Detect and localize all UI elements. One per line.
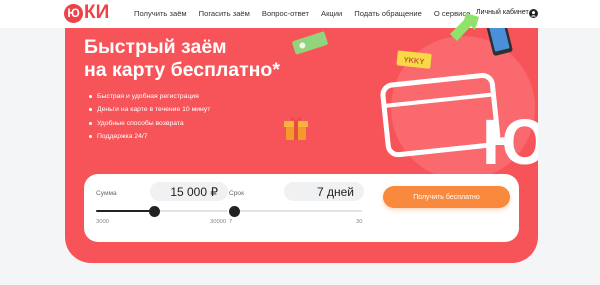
hero-title-line-1: Быстрый заём: [84, 36, 227, 58]
logo[interactable]: Ю КИ: [64, 2, 110, 23]
term-min-label: 7: [229, 219, 233, 225]
benefit-item: Удобные способы возврата: [89, 117, 210, 130]
nav-promotions[interactable]: Акции: [321, 9, 342, 18]
user-icon[interactable]: [529, 9, 538, 18]
amount-slider-fill: [96, 210, 155, 212]
benefit-item: Поддержка 24/7: [89, 130, 210, 143]
logo-text: КИ: [84, 2, 110, 23]
term-slider-handle[interactable]: [229, 205, 240, 217]
amount-input[interactable]: 15 000 ₽: [150, 182, 228, 201]
benefits-list: Быстрая и удобная регистрация Деньги на …: [89, 90, 210, 143]
hero-title: Быстрый заём на карту бесплатно*: [84, 36, 334, 82]
card-letter: Ю: [482, 106, 538, 178]
amount-label: Сумма: [96, 190, 117, 197]
amount-slider-handle[interactable]: [149, 205, 161, 217]
loan-calculator: Сумма 15 000 ₽ 3000 30000 Срок 7 дней 7 …: [84, 174, 519, 242]
amount-min-label: 3000: [96, 219, 109, 225]
hero-title-line-2: на карту бесплатно*: [84, 59, 280, 81]
arrow-cursor-icon: [450, 13, 479, 41]
term-max-label: 30: [356, 219, 363, 225]
hero-banner: YKKY Ю Быстрый заём на карту бесплатно* …: [65, 28, 538, 263]
personal-account-link[interactable]: Личный кабинет: [476, 9, 529, 16]
amount-max-label: 30000: [210, 219, 227, 225]
get-loan-button[interactable]: Получить бесплатно: [383, 186, 510, 208]
term-label: Срок: [229, 190, 244, 197]
benefit-item: Быстрая и удобная регистрация: [89, 90, 210, 103]
nav-repay-loan[interactable]: Погасить заём: [199, 9, 250, 18]
site-header: Ю КИ Получить заём Погасить заём Вопрос-…: [0, 0, 600, 28]
nav-submit-request[interactable]: Подать обращение: [354, 9, 422, 18]
nav-get-loan[interactable]: Получить заём: [134, 9, 187, 18]
logo-mark: Ю: [64, 3, 83, 23]
term-input[interactable]: 7 дней: [284, 182, 364, 201]
term-slider-track[interactable]: [229, 210, 362, 212]
nav-faq[interactable]: Вопрос-ответ: [262, 9, 309, 18]
gift-icon: [284, 116, 308, 140]
benefit-item: Деньги на карте в течение 10 минут: [89, 103, 210, 116]
main-nav: Получить заём Погасить заём Вопрос-ответ…: [134, 9, 470, 18]
